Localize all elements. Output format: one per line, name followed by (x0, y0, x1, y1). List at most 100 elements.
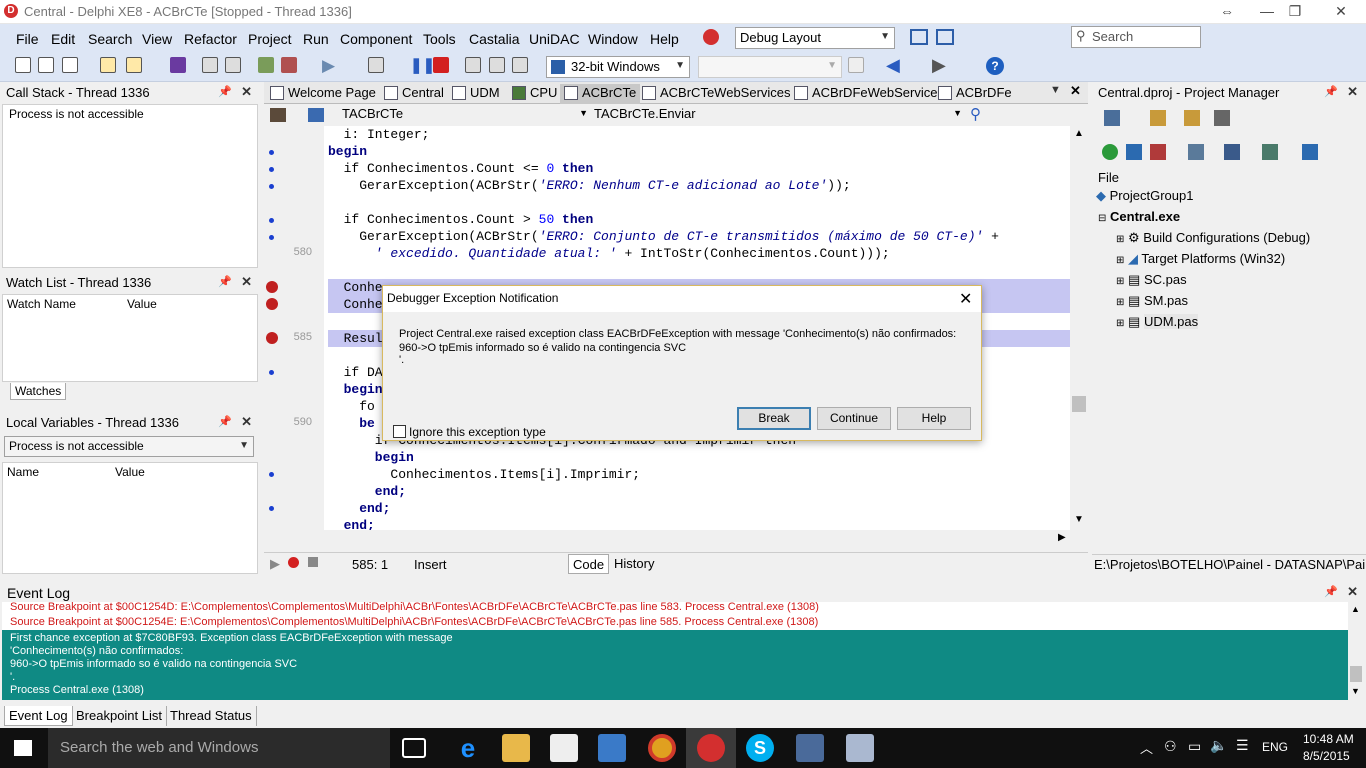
remote-desktop-icon[interactable] (846, 734, 874, 762)
step-over-icon[interactable] (368, 57, 384, 73)
sync-icon[interactable] (1102, 144, 1118, 160)
menu-window[interactable]: Window (588, 31, 638, 47)
collapse-icon[interactable] (1150, 144, 1166, 160)
menu-component[interactable]: Component (340, 31, 412, 47)
delphi-task-active[interactable] (686, 728, 736, 768)
help-button[interactable]: Help (897, 407, 971, 430)
back-arrow-icon[interactable]: ◀ (886, 55, 900, 76)
layout-combo[interactable]: Debug Layout ▼ (735, 27, 895, 49)
close-file-icon[interactable] (62, 57, 78, 73)
expand-toggle-icon[interactable]: ⊞ (1116, 255, 1124, 266)
tab-acbrctewebservices[interactable]: ACBrCTeWebServices (638, 84, 795, 104)
class-combo[interactable]: TACBrCTe ▼ (342, 106, 590, 124)
breakpoint-icon[interactable] (266, 281, 278, 293)
breakpoint-line-dot[interactable] (269, 218, 274, 223)
save-all-icon[interactable] (202, 57, 218, 73)
build-icon[interactable] (1224, 144, 1240, 160)
virtualbox-icon[interactable] (598, 734, 626, 762)
record-macro-icon[interactable] (288, 557, 299, 568)
tree-item-sm-pas[interactable]: ⊞ ▤ SM.pas (1116, 293, 1188, 309)
tree-item-projectgroup[interactable]: ◆ ProjectGroup1 (1096, 188, 1193, 204)
chevron-up-icon[interactable]: ︿ (1140, 738, 1153, 757)
add-to-project-icon[interactable] (258, 57, 274, 73)
folder-icon[interactable] (1184, 110, 1200, 126)
platform-combo[interactable]: 32-bit Windows ▼ (546, 56, 690, 78)
scroll-thumb[interactable] (1350, 666, 1362, 682)
people-icon[interactable]: ⚇ (1164, 738, 1177, 755)
close-tab-icon[interactable]: ✕ (1070, 83, 1081, 99)
windows-start-icon[interactable] (14, 740, 32, 756)
breakpoint-icon[interactable] (266, 298, 278, 310)
tab-thread-status[interactable]: Thread Status (166, 706, 257, 726)
editor-vertical-scrollbar[interactable]: ▲ ▼ (1070, 126, 1088, 530)
watch-col-value[interactable]: Value (127, 297, 157, 311)
breakpoint-line-dot[interactable] (269, 370, 274, 375)
menu-project[interactable]: Project (248, 31, 292, 47)
locals-col-name[interactable]: Name (7, 465, 39, 479)
menu-help[interactable]: Help (650, 31, 679, 47)
expand-toggle-icon[interactable]: ⊞ (1116, 234, 1124, 245)
stop-macro-icon[interactable] (308, 557, 318, 567)
check-icon[interactable] (1262, 144, 1278, 160)
new-icon[interactable] (15, 57, 31, 73)
taskbar-search-box[interactable]: Search the web and Windows (48, 728, 390, 768)
open-project-icon[interactable] (126, 57, 142, 73)
tab-central[interactable]: Central (380, 84, 448, 104)
expand-toggle-icon[interactable]: ⊞ (1116, 297, 1124, 308)
watch-col-name[interactable]: Watch Name (7, 297, 76, 311)
menu-castalia[interactable]: Castalia (469, 31, 520, 47)
pin-icon[interactable]: 📌 (1324, 585, 1338, 598)
method-combo[interactable]: TACBrCTe.Enviar ▼ (594, 106, 964, 124)
locals-frame-combo[interactable]: Process is not accessible ▼ (4, 436, 254, 457)
continue-button[interactable]: Continue (817, 407, 891, 430)
open-icon[interactable] (100, 57, 116, 73)
scroll-right-icon[interactable]: ▶ (1058, 532, 1066, 543)
open-file-icon[interactable] (225, 57, 241, 73)
tab-udm[interactable]: UDM (448, 84, 504, 104)
trace-next-icon[interactable] (489, 57, 505, 73)
pin-icon[interactable]: 📌 (218, 275, 232, 288)
run-icon[interactable]: ▶ (322, 56, 335, 76)
tab-acbrdfewebservice[interactable]: ACBrDFeWebService (790, 84, 941, 104)
close-icon[interactable]: ✕ (959, 289, 972, 309)
remove-from-project-icon[interactable] (281, 57, 297, 73)
breakpoint-line-dot[interactable] (269, 506, 274, 511)
ignore-exception-label[interactable]: Ignore this exception type (409, 425, 546, 439)
event-log-list[interactable]: Source Breakpoint at $00C1254D: E:\Compl… (2, 602, 1348, 700)
task-view-icon[interactable] (402, 738, 426, 758)
menu-file[interactable]: File (16, 31, 39, 47)
edge-icon[interactable]: e (454, 734, 482, 762)
trace-into-icon[interactable] (465, 57, 481, 73)
collapse-toggle-icon[interactable]: ⊟ (1098, 213, 1106, 224)
deploy-icon[interactable] (1302, 144, 1318, 160)
run-to-cursor-icon[interactable] (512, 57, 528, 73)
clock-time[interactable]: 10:48 AM (1303, 732, 1354, 746)
close-icon[interactable]: ✕ (241, 274, 252, 290)
maximize-button[interactable]: ❐ (1272, 0, 1318, 24)
tab-breakpoint-list[interactable]: Breakpoint List (72, 706, 167, 726)
event-log-selected-entry[interactable]: First chance exception at $7C80BF93. Exc… (2, 630, 1348, 700)
close-icon[interactable]: ✕ (1347, 584, 1358, 600)
stop-icon[interactable] (433, 57, 449, 73)
close-icon[interactable]: ✕ (1347, 84, 1358, 100)
file-explorer-icon[interactable] (502, 734, 530, 762)
expand-toggle-icon[interactable]: ⊞ (1116, 318, 1124, 329)
expand-toggle-icon[interactable]: ⊞ (1116, 276, 1124, 287)
breakpoint-line-dot[interactable] (269, 472, 274, 477)
breakpoint-line-dot[interactable] (269, 150, 274, 155)
pin-icon[interactable]: 📌 (218, 85, 232, 98)
structure-icon[interactable] (308, 108, 324, 122)
scroll-down-icon[interactable]: ▼ (1351, 686, 1360, 696)
event-log-scrollbar[interactable]: ▲ ▼ (1348, 602, 1364, 700)
refresh-icon[interactable] (848, 57, 864, 73)
save-icon[interactable] (170, 57, 186, 73)
scroll-up-icon[interactable]: ▲ (1074, 128, 1084, 139)
tab-acbrdfe[interactable]: ACBrDFe (934, 84, 1016, 104)
menu-tools[interactable]: Tools (423, 31, 456, 47)
menu-view[interactable]: View (142, 31, 172, 47)
menu-unidac[interactable]: UniDAC (529, 31, 580, 47)
tools-icon[interactable] (270, 108, 286, 122)
delphi-app-icon[interactable]: D (4, 4, 18, 18)
tab-welcome-page[interactable]: Welcome Page (266, 84, 380, 104)
config-combo[interactable]: ▼ (698, 56, 842, 78)
